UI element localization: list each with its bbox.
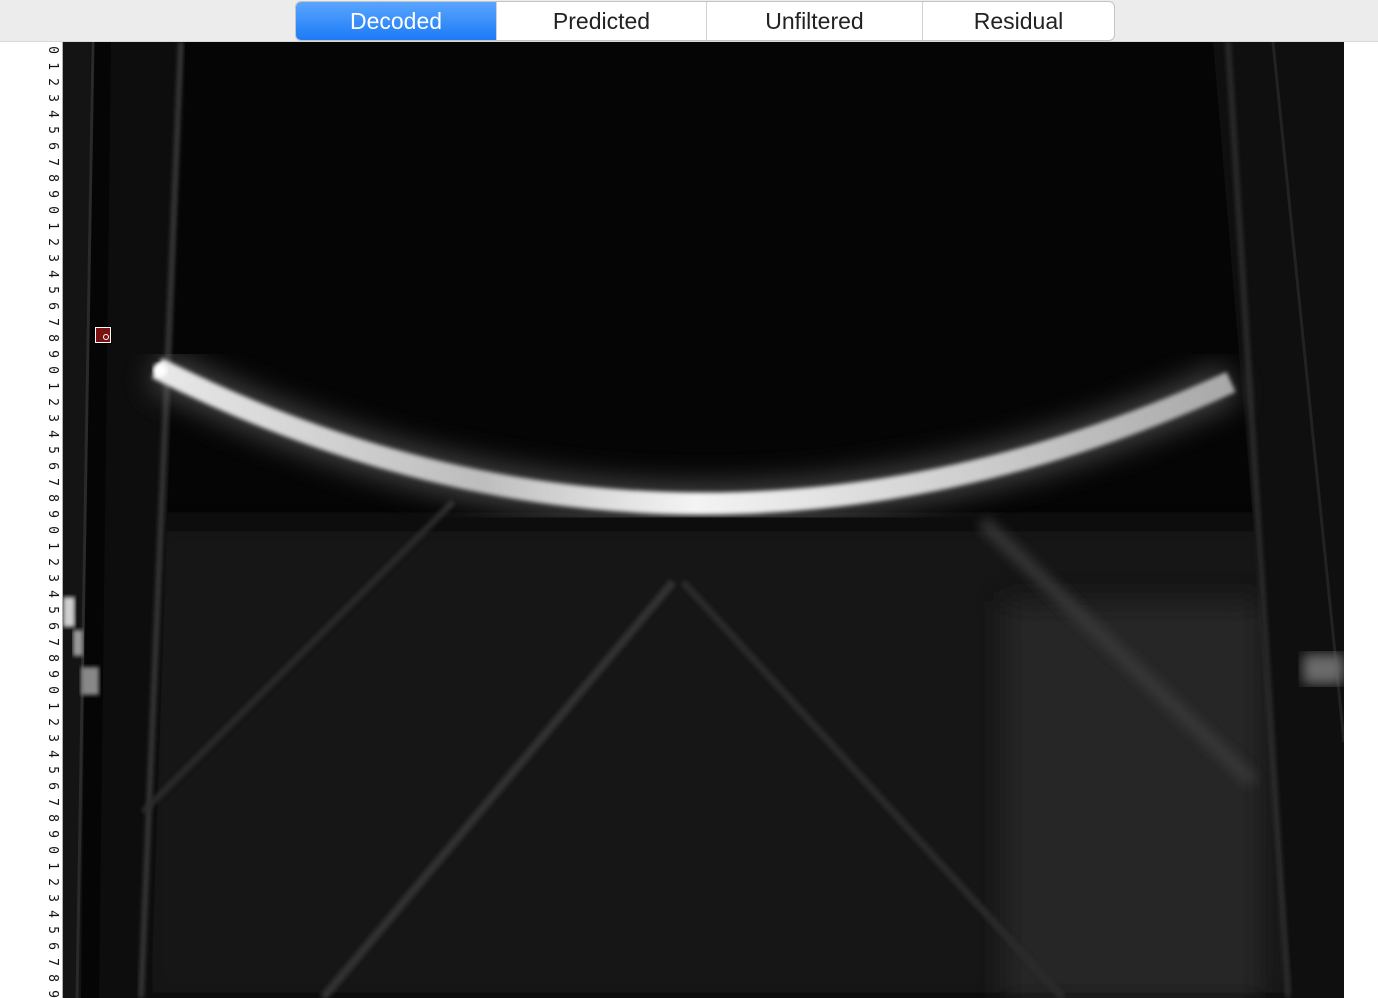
- ruler-digit: 6: [44, 942, 60, 950]
- ruler-digit: 6: [44, 462, 60, 470]
- ruler-digit: 3: [44, 734, 60, 742]
- ruler-digit: 0: [44, 366, 60, 374]
- right-margin: [1344, 42, 1378, 998]
- ruler-digit: 7: [44, 798, 60, 806]
- ruler-digit: 5: [44, 446, 60, 454]
- ruler-digit: 8: [44, 974, 60, 982]
- ruler-digit: 5: [44, 766, 60, 774]
- ruler-digit: 3: [44, 574, 60, 582]
- ruler-digit: 1: [44, 542, 60, 550]
- ruler-digit: 4: [44, 590, 60, 598]
- ruler-digit: 6: [44, 302, 60, 310]
- ruler-digit: 0: [44, 846, 60, 854]
- ruler-digit: 8: [44, 494, 60, 502]
- ruler-digit: 5: [44, 286, 60, 294]
- ruler-digit: 4: [44, 750, 60, 758]
- ruler-digit: 9: [44, 990, 60, 998]
- ruler-digit: 5: [44, 126, 60, 134]
- ruler-digit: 3: [44, 414, 60, 422]
- ruler-digit: 5: [44, 926, 60, 934]
- ruler-digit: 0: [44, 686, 60, 694]
- ruler-digit: 2: [44, 878, 60, 886]
- tab-predicted[interactable]: Predicted: [497, 2, 707, 40]
- ruler-digit: 2: [44, 238, 60, 246]
- ruler-digits: 0 1 2 3 4 5 6 7 8 9 0 1 2 3 4 5 6 7 8 9 0 1 2 3 4 5 6 7 8 9 0 1 2 3 4 5 6 7 8 9…: [42, 42, 62, 998]
- ruler-digit: 4: [44, 430, 60, 438]
- ruler-digit: 9: [44, 670, 60, 678]
- ruler-digit: 4: [44, 110, 60, 118]
- tab-residual[interactable]: Residual: [923, 2, 1114, 40]
- view-toolbar: Decoded Predicted Unfiltered Residual: [0, 0, 1378, 42]
- ruler-digit: 1: [44, 382, 60, 390]
- ruler-digit: 0: [44, 46, 60, 54]
- ruler-digit: 9: [44, 510, 60, 518]
- ruler-digit: 3: [44, 94, 60, 102]
- ruler-digit: 8: [44, 334, 60, 342]
- ruler-digit: 2: [44, 558, 60, 566]
- ruler-digit: 3: [44, 254, 60, 262]
- ruler-digit: 0: [44, 206, 60, 214]
- ruler-digit: 4: [44, 270, 60, 278]
- ruler-digit: 1: [44, 62, 60, 70]
- ruler-digit: 4: [44, 910, 60, 918]
- marker-dot-icon: [103, 334, 109, 340]
- ruler-digit: 9: [44, 190, 60, 198]
- decoded-image: [63, 42, 1344, 998]
- ruler-digit: 8: [44, 814, 60, 822]
- ruler-digit: 6: [44, 622, 60, 630]
- ruler-digit: 1: [44, 862, 60, 870]
- ruler-digit: 1: [44, 702, 60, 710]
- ruler-digit: 7: [44, 478, 60, 486]
- ruler-digit: 7: [44, 958, 60, 966]
- ruler-digit: 9: [44, 350, 60, 358]
- ruler-digit: 2: [44, 398, 60, 406]
- ruler-digit: 6: [44, 142, 60, 150]
- tab-unfiltered[interactable]: Unfiltered: [707, 2, 923, 40]
- view-mode-segmented-control: Decoded Predicted Unfiltered Residual: [295, 1, 1115, 41]
- image-viewport[interactable]: [63, 42, 1344, 998]
- tab-decoded[interactable]: Decoded: [296, 2, 497, 40]
- ruler-digit: 2: [44, 78, 60, 86]
- ruler-digit: 9: [44, 830, 60, 838]
- ruler-digit: 7: [44, 318, 60, 326]
- ruler-digit: 1: [44, 222, 60, 230]
- ruler-digit: 5: [44, 606, 60, 614]
- ruler-digit: 8: [44, 654, 60, 662]
- ruler-digit: 3: [44, 894, 60, 902]
- ruler-digit: 7: [44, 158, 60, 166]
- ruler-digit: 7: [44, 638, 60, 646]
- ruler-digit: 2: [44, 718, 60, 726]
- ruler-digit: 0: [44, 526, 60, 534]
- ruler-digit: 8: [44, 174, 60, 182]
- vertical-ruler: 0 1 2 3 4 5 6 7 8 9 0 1 2 3 4 5 6 7 8 9 0 1 2 3 4 5 6 7 8 9 0 1 2 3 4 5 6 7 8 9…: [42, 42, 63, 998]
- selection-marker-icon[interactable]: [94, 326, 112, 344]
- ruler-digit: 6: [44, 782, 60, 790]
